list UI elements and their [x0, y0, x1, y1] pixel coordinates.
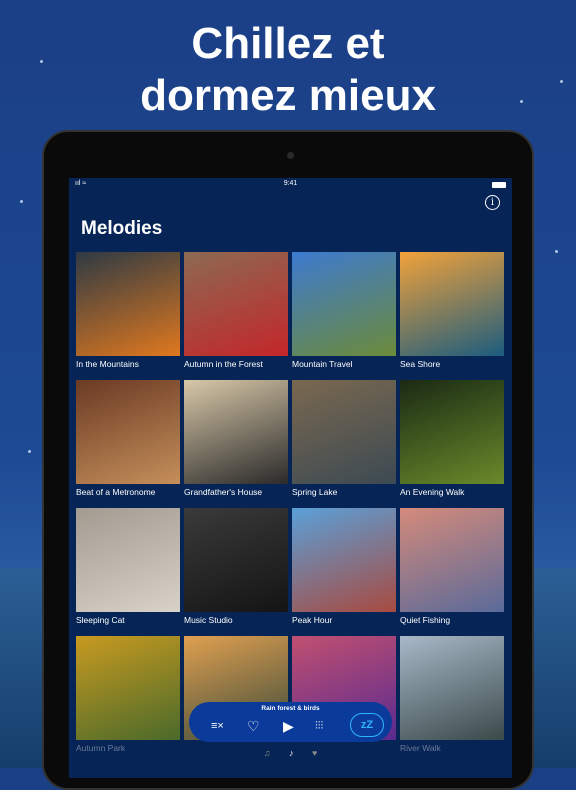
- headline-line2: dormez mieux: [140, 71, 436, 120]
- melody-tile[interactable]: Music Studio: [184, 508, 288, 625]
- melody-tile[interactable]: River Walk: [400, 636, 504, 753]
- clear-queue-icon[interactable]: ≡×: [211, 717, 224, 735]
- melody-thumbnail: [184, 252, 288, 356]
- tab-melodies-icon[interactable]: ♫: [264, 748, 271, 758]
- melody-tile[interactable]: Autumn in the Forest: [184, 252, 288, 369]
- melody-thumbnail: [76, 636, 180, 740]
- mini-player: Rain forest & birds ≡× ♡ ▶ ⫶⫶⫶ zZ: [189, 702, 392, 742]
- melody-thumbnail: [400, 252, 504, 356]
- melody-thumbnail: [400, 636, 504, 740]
- melody-label: Spring Lake: [292, 487, 338, 497]
- clock: 9:41: [283, 180, 298, 187]
- heart-icon[interactable]: ♡: [247, 717, 260, 735]
- melody-label: Autumn in the Forest: [184, 359, 263, 369]
- melody-tile[interactable]: Sleeping Cat: [76, 508, 180, 625]
- tab-favorites-icon[interactable]: ♥: [312, 748, 317, 758]
- tab-bar: ♫ ♪ ♥: [69, 748, 512, 758]
- melody-tile[interactable]: Beat of a Metronome: [76, 380, 180, 497]
- melody-label: Beat of a Metronome: [76, 487, 156, 497]
- melody-tile[interactable]: Spring Lake: [292, 380, 396, 497]
- melody-tile[interactable]: Sea Shore: [400, 252, 504, 369]
- melody-tile[interactable]: In the Mountains: [76, 252, 180, 369]
- battery-icon: [492, 182, 506, 188]
- melody-thumbnail: [184, 380, 288, 484]
- tab-mixes-icon[interactable]: ♪: [289, 748, 294, 758]
- melody-thumbnail: [184, 508, 288, 612]
- camera: [287, 152, 294, 159]
- now-playing-title: Rain forest & birds: [261, 705, 320, 712]
- melody-label: Grandfather's House: [184, 487, 263, 497]
- headline: Chillez et dormez mieux: [0, 18, 576, 122]
- melody-thumbnail: [76, 508, 180, 612]
- headline-line1: Chillez et: [191, 19, 385, 68]
- melody-thumbnail: [292, 252, 396, 356]
- melody-thumbnail: [400, 380, 504, 484]
- melody-tile[interactable]: Quiet Fishing: [400, 508, 504, 625]
- status-bar: ııl ≈ 9:41: [69, 180, 512, 192]
- melody-tile[interactable]: Grandfather's House: [184, 380, 288, 497]
- melody-label: Sleeping Cat: [76, 615, 125, 625]
- play-icon[interactable]: ▶: [283, 717, 294, 735]
- melody-label: Quiet Fishing: [400, 615, 451, 625]
- melody-tile[interactable]: Mountain Travel: [292, 252, 396, 369]
- melody-label: Sea Shore: [400, 359, 441, 369]
- melody-tile[interactable]: Peak Hour: [292, 508, 396, 625]
- melody-label: In the Mountains: [76, 359, 139, 369]
- melody-thumbnail: [292, 508, 396, 612]
- melody-thumbnail: [292, 380, 396, 484]
- mixer-icon[interactable]: ⫶⫶⫶: [315, 717, 323, 735]
- melody-label: Peak Hour: [292, 615, 333, 625]
- melody-thumbnail: [76, 252, 180, 356]
- melody-thumbnail: [400, 508, 504, 612]
- melody-label: An Evening Walk: [400, 487, 465, 497]
- app-screen: ııl ≈ 9:41 i Melodies In the Mountains Au…: [69, 178, 512, 778]
- melody-tile[interactable]: An Evening Walk: [400, 380, 504, 497]
- melody-label: Mountain Travel: [292, 359, 353, 369]
- page-title: Melodies: [81, 218, 163, 239]
- sleep-button[interactable]: zZ: [350, 713, 384, 737]
- melody-label: Music Studio: [184, 615, 233, 625]
- ipad-frame: ııl ≈ 9:41 i Melodies In the Mountains Au…: [42, 130, 534, 790]
- info-icon[interactable]: i: [485, 195, 500, 210]
- melody-tile[interactable]: Autumn Park: [76, 636, 180, 753]
- melody-thumbnail: [76, 380, 180, 484]
